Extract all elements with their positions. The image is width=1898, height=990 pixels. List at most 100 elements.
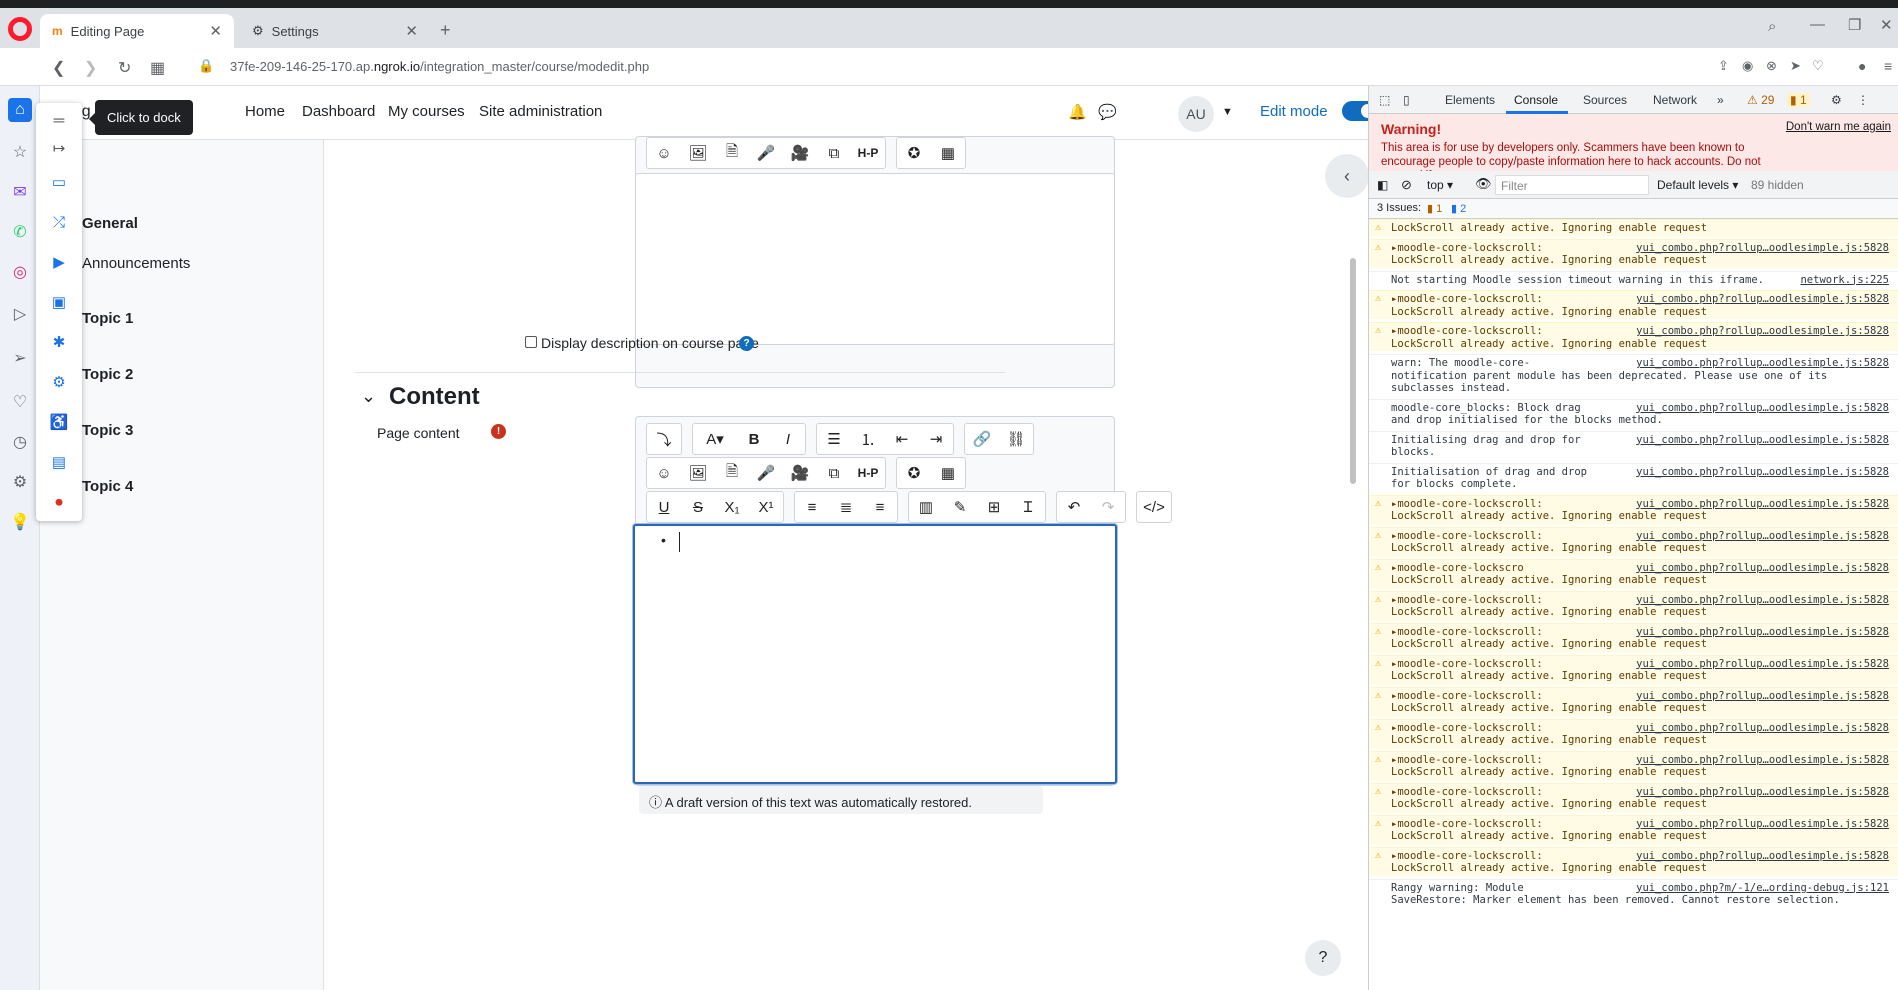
console-source-link[interactable]: yui_combo.php?rollup…oodlesimple.js:5828 [1636,594,1889,607]
drag-handle-icon[interactable]: ═ [48,109,70,131]
shuffle-icon[interactable]: ⤮ [48,211,70,233]
heart-icon[interactable]: ♡ [1812,58,1824,74]
link-icon[interactable]: 🔗 [965,424,999,454]
console-source-link[interactable]: network.js:225 [1800,274,1889,287]
device-toggle-icon[interactable]: ▯ [1403,93,1410,107]
nav-site-administration[interactable]: Site administration [479,103,602,120]
console-source-link[interactable]: yui_combo.php?rollup…oodlesimple.js:5828 [1636,786,1889,799]
player-icon[interactable]: ▷ [8,302,32,326]
italic-icon[interactable]: I [771,424,805,454]
devices-icon[interactable]: ▭ [48,171,70,193]
console-source-link[interactable]: yui_combo.php?rollup…oodlesimple.js:5828 [1636,722,1889,735]
font-style-icon[interactable]: A▾ [693,424,737,454]
console-message[interactable]: moodle-core_blocks: Block drag and drop … [1369,398,1898,428]
instagram-icon[interactable]: ◎ [8,260,32,284]
console-source-link[interactable]: yui_combo.php?rollup…oodlesimple.js:5828 [1636,357,1889,370]
microphone-icon[interactable]: 🎤 [749,138,783,168]
image-icon[interactable]: 🖼 [681,458,715,488]
console-message[interactable]: Rangy warning: Module SaveRestore: Marke… [1369,878,1898,908]
align-right-icon[interactable]: ≡ [863,492,897,522]
gallery-icon[interactable]: ▤ [48,451,70,473]
console-message[interactable]: ⚠ ▸moodle-core-lockscroll: LockScroll alr… [1369,750,1898,780]
send-icon[interactable]: ➤ [1790,58,1801,74]
whatsapp-icon[interactable]: ✆ [8,220,32,244]
url-field[interactable]: 37fe-209-146-25-170.ap.ngrok.io/integrat… [230,59,649,74]
more-tabs-icon[interactable]: » [1717,93,1724,107]
heart-icon[interactable]: ♡ [8,390,32,414]
course-index-topic-1[interactable]: Topic 1 [82,310,133,327]
console-source-link[interactable]: yui_combo.php?rollup…oodlesimple.js:5828 [1636,402,1889,415]
copy-icon[interactable]: ⧉ [817,138,851,168]
console-message[interactable]: ⚠ ▸moodle-core-lockscroll: LockScroll alr… [1369,782,1898,812]
console-message[interactable]: Initialising drag and drop for blocks. yu… [1369,430,1898,460]
course-index-announcements[interactable]: Announcements [82,255,190,272]
gear-icon[interactable]: ⚙ [48,371,70,393]
unlink-icon[interactable]: ⛓ [999,424,1033,454]
ordered-list-icon[interactable]: ⒈ [851,424,885,454]
console-source-link[interactable]: yui_combo.php?rollup…oodlesimple.js:5828 [1636,754,1889,767]
console-message[interactable]: ⚠ LockScroll already active. Ignoring ena… [1369,219,1898,236]
console-message[interactable]: ⚠ ▸moodle-core-lockscroll: LockScroll alr… [1369,686,1898,716]
course-index-topic-2[interactable]: Topic 2 [82,366,133,383]
console-message[interactable]: ⚠ ▸moodle-core-lockscroll: LockScroll alr… [1369,718,1898,748]
dock-arrow-icon[interactable]: ↦ [48,137,70,159]
console-message[interactable]: ⚠ ▸moodle-core-lockscroll: LockScroll alr… [1369,526,1898,556]
console-source-link[interactable]: yui_combo.php?rollup…oodlesimple.js:5828 [1636,325,1889,338]
context-selector[interactable]: top ▾ [1427,178,1453,192]
display-description-checkbox[interactable] [525,336,537,348]
close-tab-icon[interactable]: ✕ [405,22,418,40]
video-icon[interactable]: ▶ [48,251,70,273]
undo-icon[interactable]: ↶ [1057,492,1091,522]
console-message[interactable]: ⚠ ▸moodle-core-lockscroll: LockScroll alr… [1369,238,1898,268]
tab-sources[interactable]: Sources [1583,93,1627,107]
warnings-badge[interactable]: ⚠ 29 [1747,93,1774,107]
tab-elements[interactable]: Elements [1445,93,1495,107]
redo-icon[interactable]: ↷ [1091,492,1125,522]
nav-dashboard[interactable]: Dashboard [302,103,375,120]
inspect-icon[interactable]: ⬚ [1379,93,1390,107]
media-icon[interactable]: 🗎 [715,458,749,488]
microphone-icon[interactable]: 🎤 [749,458,783,488]
course-index-general[interactable]: General [82,215,138,232]
tab-network[interactable]: Network [1653,93,1697,107]
console-message[interactable]: ⚠ ▸moodle-core-lockscroll: LockScroll alr… [1369,290,1898,319]
help-button[interactable]: ? [1305,940,1341,976]
collapse-icon[interactable]: ⤵ [647,424,681,454]
close-window-icon[interactable]: ✕ [1880,16,1893,34]
tab-console[interactable]: Console [1514,93,1558,107]
video-icon[interactable]: 🎥 [783,458,817,488]
accessibility-icon[interactable]: ♿ [48,411,70,433]
history-icon[interactable]: ◷ [8,430,32,454]
subscript-icon[interactable]: X₁ [715,492,749,522]
course-index-topic-4[interactable]: Topic 4 [82,478,133,495]
dont-warn-link[interactable]: Don't warn me again [1786,121,1891,133]
console-source-link[interactable]: yui_combo.php?rollup…oodlesimple.js:5828 [1636,466,1889,479]
send-icon[interactable]: ➢ [8,346,32,370]
record-icon[interactable]: ⏺ [48,491,70,513]
kebab-menu-icon[interactable]: ⋮ [1857,93,1869,107]
eye-icon[interactable]: 👁 [1475,176,1492,192]
tab-settings[interactable]: ⚙ Settings ✕ [240,14,430,48]
clear-format-icon[interactable]: Ɪ [1011,492,1045,522]
chevron-down-icon[interactable]: ▼ [1222,106,1233,118]
nav-home[interactable]: Home [245,103,285,120]
console-source-link[interactable]: yui_combo.php?rollup…oodlesimple.js:5828 [1636,818,1889,831]
chevron-down-icon[interactable]: ⌄ [361,386,376,407]
unordered-list-icon[interactable]: ☰ [817,424,851,454]
console-message[interactable]: ⚠ ▸moodle-core-lockscroll: LockScroll alr… [1369,590,1898,620]
maximize-icon[interactable]: ❐ [1848,16,1861,34]
console-message[interactable]: ⚠ ▸moodle-core-lockscroll: LockScroll alr… [1369,622,1898,652]
indent-icon[interactable]: ⇥ [919,424,953,454]
clear-console-icon[interactable]: ⊘ [1401,177,1412,193]
home-icon[interactable]: ⌂ [8,98,32,122]
console-source-link[interactable]: yui_combo.php?rollup…oodlesimple.js:5828 [1636,434,1889,447]
menu-icon[interactable]: ≡ [1884,58,1892,74]
console-message[interactable]: ⚠ ▸moodle-core-lockscro LockScroll alread… [1369,558,1898,588]
drawer-toggle-button[interactable]: ‹ [1325,154,1369,198]
back-icon[interactable]: ❮ [52,58,65,78]
messenger-icon[interactable]: ✉ [8,180,32,204]
camera-icon[interactable]: ◉ [1742,58,1753,74]
minimize-icon[interactable]: — [1810,16,1825,33]
image-icon[interactable]: 🖼 [681,138,715,168]
tips-icon[interactable]: 💡 [8,510,32,534]
